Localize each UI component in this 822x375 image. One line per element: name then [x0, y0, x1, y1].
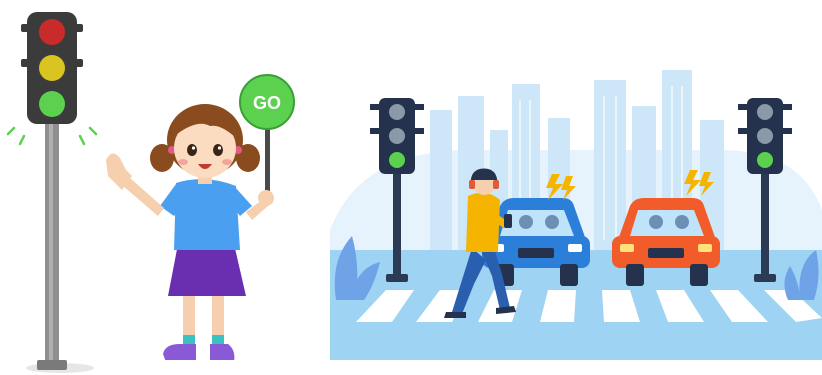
yellow-light-icon [39, 55, 65, 81]
right-scene [330, 70, 822, 360]
girl-character: GO [106, 74, 295, 364]
go-sign-text: GO [253, 93, 281, 113]
red-light-icon [39, 19, 65, 45]
green-light-icon [39, 91, 65, 117]
left-traffic-light [6, 12, 98, 370]
left-scene: GO [6, 12, 295, 373]
traffic-safety-illustration: GO [6, 12, 822, 373]
